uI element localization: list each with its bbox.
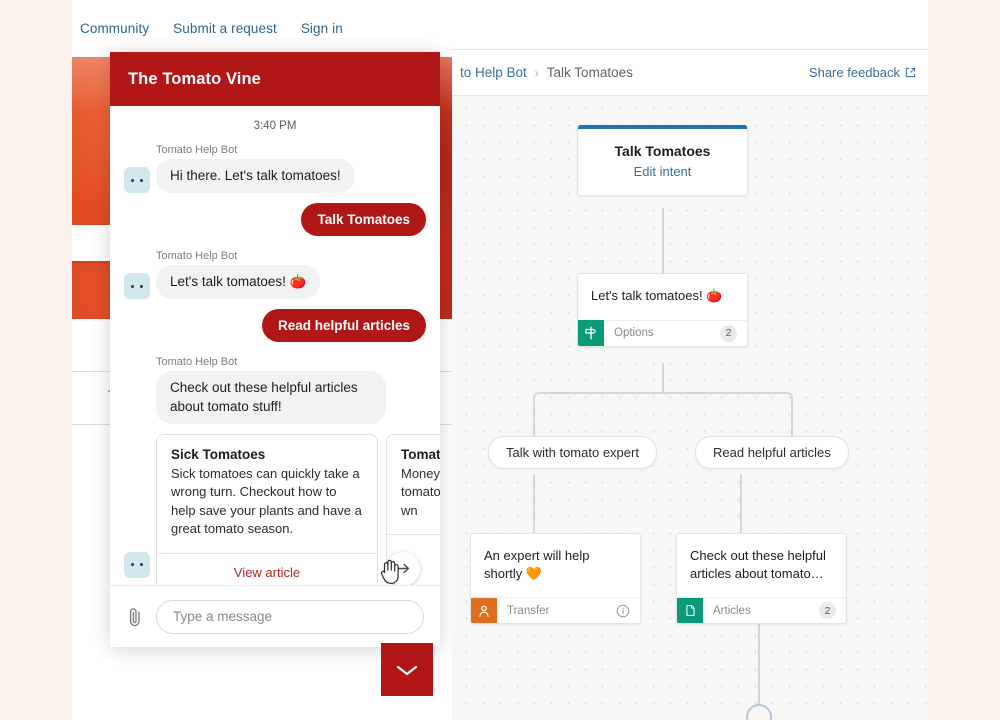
node-footer-label: Transfer: [507, 604, 550, 617]
article-carousel[interactable]: Sick Tomatoes Sick tomatoes can quickly …: [110, 426, 440, 585]
article-card-title: Sick Tomatoes: [171, 446, 266, 462]
message-author: Tomato Help Bot: [156, 356, 238, 369]
nav-link-community[interactable]: Community: [80, 21, 149, 36]
breadcrumb-parent[interactable]: to Help Bot: [460, 65, 527, 80]
article-card[interactable]: Sick Tomatoes Sick tomatoes can quickly …: [156, 433, 378, 585]
user-message-read-helpful-articles: Read helpful articles: [261, 309, 426, 343]
breadcrumb-separator: ›: [534, 65, 539, 80]
flow-end-node[interactable]: [746, 704, 772, 720]
articles-count-badge: 2: [819, 602, 836, 620]
chat-transcript[interactable]: 3:40 PM Tomato Help Bot Hi there. Let's …: [110, 106, 440, 585]
connector-start-to-message: [662, 208, 664, 273]
message-composer: [110, 585, 440, 647]
breadcrumb-current: Talk Tomatoes: [546, 65, 633, 80]
document-icon: [677, 597, 703, 624]
node-footer-label: Articles: [713, 604, 751, 617]
bot-avatar: [124, 273, 150, 300]
user-message-row: Talk Tomatoes: [110, 203, 440, 237]
bot-avatar: [124, 551, 150, 578]
connector-articles-down: [758, 623, 760, 705]
article-card-text: Money tomato wn: [401, 465, 440, 518]
paperclip-icon[interactable]: [126, 606, 144, 628]
message-author: Tomato Help Bot: [156, 144, 238, 156]
option-pill-read-helpful-articles[interactable]: Read helpful articles: [695, 436, 849, 469]
message-text: Check out these helpful articles about t…: [156, 371, 386, 424]
node-start-title: Talk Tomatoes: [614, 143, 711, 159]
options-count-badge: 2: [720, 324, 737, 342]
article-card-body: Tomat Money tomato wn: [387, 435, 440, 534]
connector-to-transfer: [533, 474, 535, 533]
user-message-row: Read helpful articles: [110, 309, 440, 343]
node-footer-options[interactable]: Options 2: [578, 319, 747, 346]
flow-canvas[interactable]: Talk Tomatoes Edit intent Let's talk tom…: [452, 96, 928, 720]
bot-message: Let's talk tomatoes! 🍅: [110, 265, 440, 300]
nav-link-submit-a-request[interactable]: Submit a request: [173, 21, 277, 36]
chat-widget: The Tomato Vine 3:40 PM Tomato Help Bot …: [110, 52, 440, 647]
builder-subheader: to Help Bot › Talk Tomatoes Share feedba…: [452, 50, 928, 96]
node-transfer-text: An expert will help shortly 🧡: [484, 548, 590, 581]
flow-builder: to Help Bot › Talk Tomatoes Share feedba…: [452, 0, 928, 720]
bot-message: Hi there. Let's talk tomatoes!: [110, 159, 440, 194]
share-feedback-label: Share feedback: [808, 65, 900, 80]
chat-widget-header: The Tomato Vine: [110, 52, 440, 106]
view-article-button[interactable]: View article: [157, 552, 377, 585]
breadcrumb: to Help Bot › Talk Tomatoes: [460, 65, 633, 80]
builder-topbar: [452, 0, 928, 50]
connector-split: [533, 392, 793, 438]
node-start-talk-tomatoes[interactable]: Talk Tomatoes Edit intent: [577, 125, 748, 196]
external-link-icon: [905, 67, 916, 78]
message-author: Tomato Help Bot: [156, 250, 238, 263]
bot-avatar: [124, 167, 150, 194]
chevron-down-icon: [396, 665, 418, 675]
node-articles[interactable]: Check out these helpful articles about t…: [676, 533, 847, 625]
node-transfer[interactable]: An expert will help shortly 🧡 Transfer: [470, 533, 641, 625]
message-input[interactable]: [156, 599, 424, 634]
node-footer-label: Options: [614, 327, 654, 340]
message-text: Hi there. Let's talk tomatoes!: [156, 159, 355, 194]
info-icon[interactable]: [616, 604, 630, 618]
arrow-right-icon: [395, 564, 409, 574]
article-card-body: Sick Tomatoes Sick tomatoes can quickly …: [157, 435, 377, 553]
carousel-next-button[interactable]: [386, 551, 420, 585]
chat-launcher-button[interactable]: [381, 643, 433, 696]
article-card-title: Tomat: [401, 446, 440, 462]
node-articles-text: Check out these helpful articles about t…: [690, 548, 826, 581]
nav-link-sign-in[interactable]: Sign in: [301, 21, 343, 36]
node-footer-articles[interactable]: Articles 2: [677, 597, 846, 624]
node-footer-transfer[interactable]: Transfer: [471, 597, 640, 624]
person-icon: [471, 597, 497, 624]
edit-intent-link[interactable]: Edit intent: [578, 164, 747, 179]
bot-message: Check out these helpful articles about t…: [110, 371, 440, 424]
help-center-topnav: Community Submit a request Sign in: [72, 0, 452, 57]
signpost-icon: [578, 320, 604, 346]
message-text: Let's talk tomatoes! 🍅: [156, 265, 321, 300]
transcript-timestamp: 3:40 PM: [253, 120, 297, 132]
option-pill-talk-with-tomato-expert[interactable]: Talk with tomato expert: [488, 436, 657, 469]
connector-to-articles: [740, 474, 742, 533]
connector-message-down: [662, 363, 664, 393]
node-message-text: Let's talk tomatoes! 🍅: [591, 288, 723, 303]
article-card-text: Sick tomatoes can quickly take a wrong t…: [171, 465, 362, 537]
chat-widget-title: The Tomato Vine: [128, 69, 261, 88]
share-feedback-button[interactable]: Share feedback: [809, 65, 916, 80]
user-message-talk-tomatoes: Talk Tomatoes: [301, 203, 426, 237]
node-message-options[interactable]: Let's talk tomatoes! 🍅 Options 2: [577, 273, 748, 347]
screen-root: Community Submit a request Sign in To Th…: [0, 0, 1000, 720]
